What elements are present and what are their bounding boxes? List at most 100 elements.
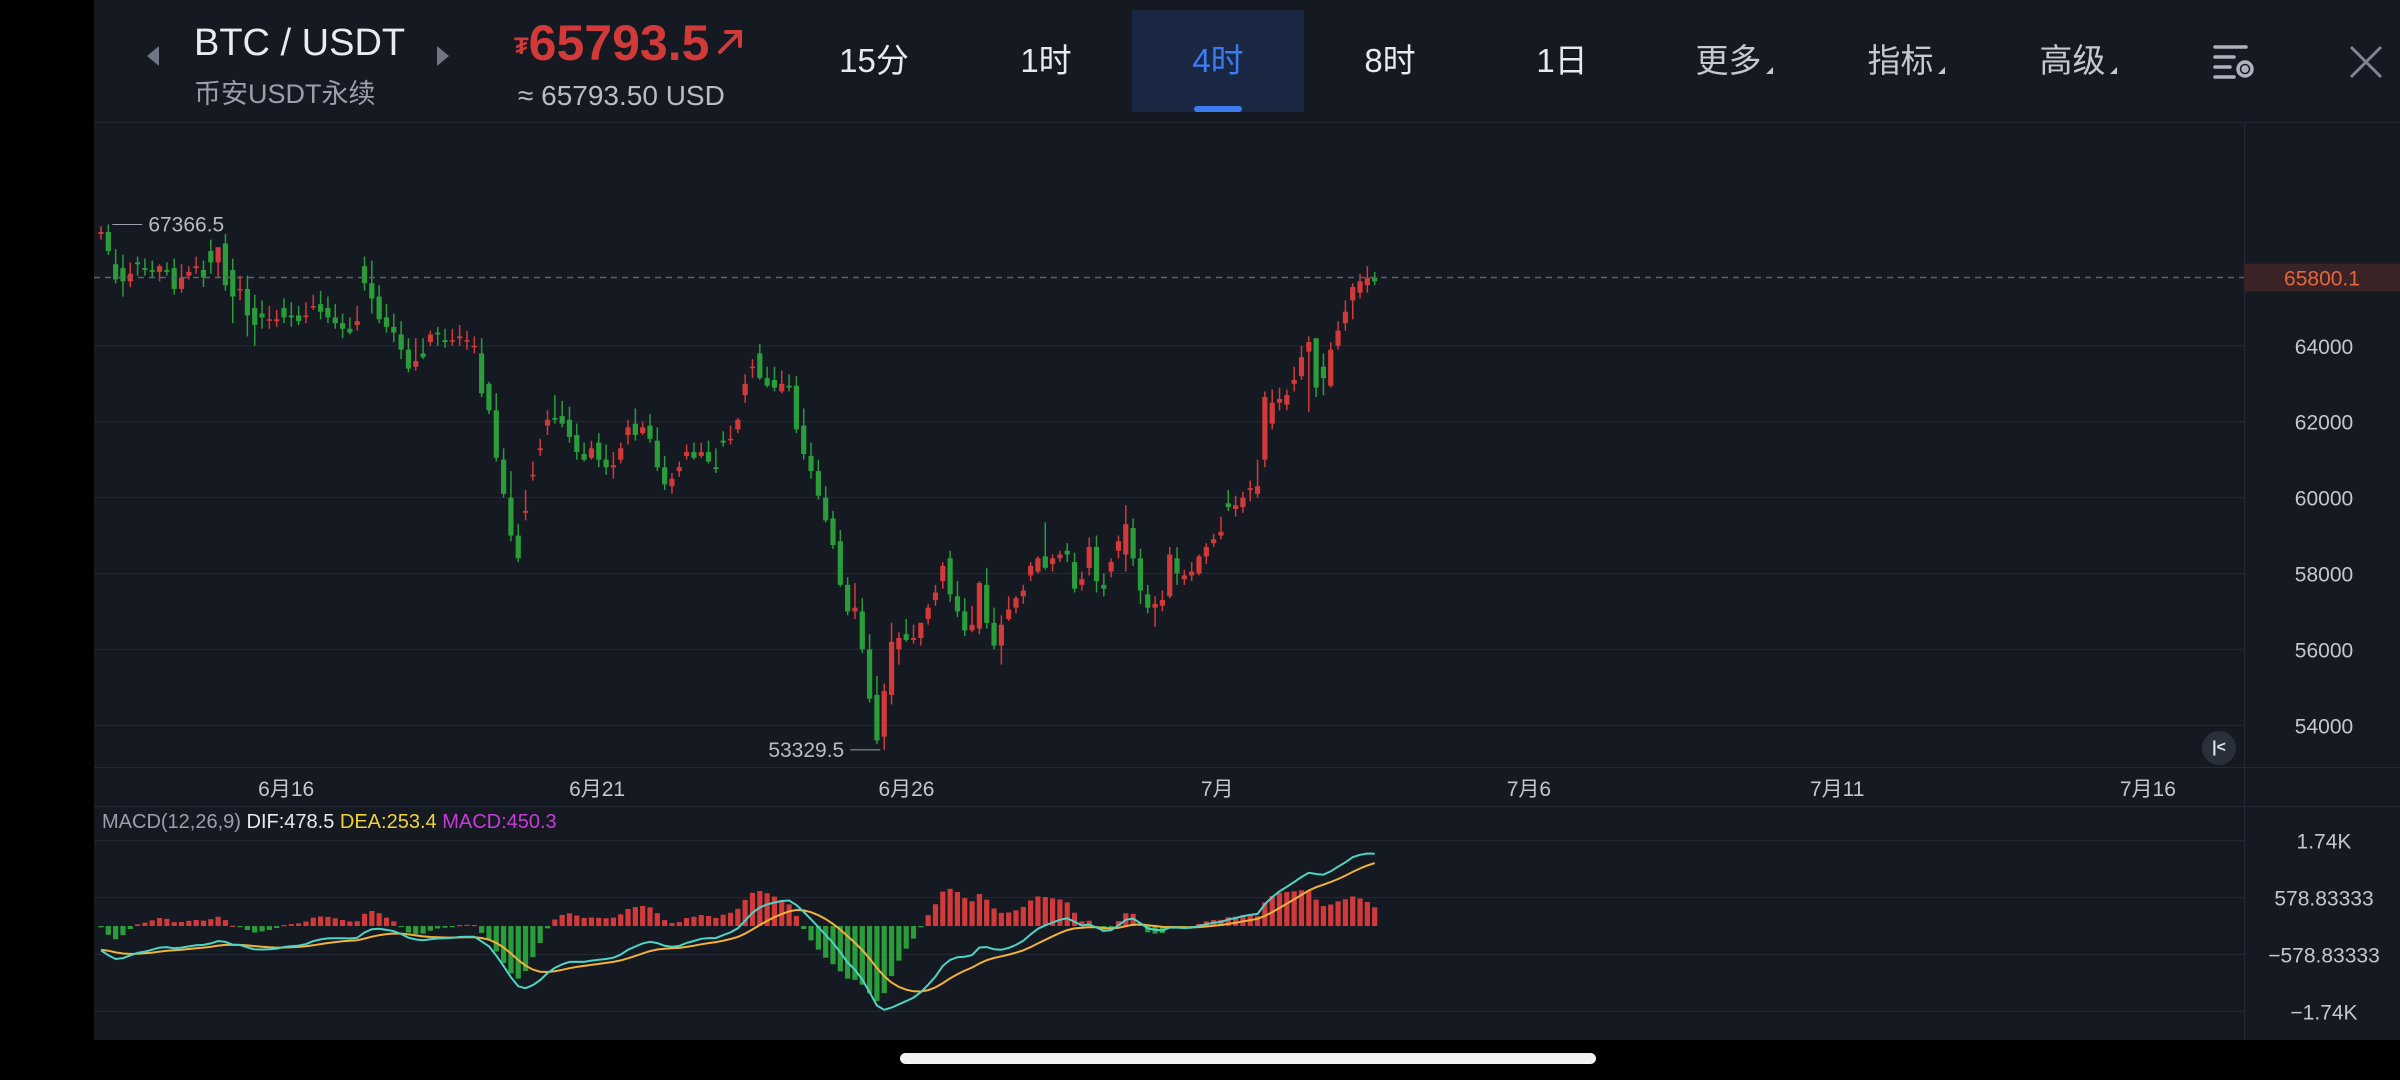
candle-111 <box>910 624 917 644</box>
candle-149 <box>1189 562 1195 582</box>
candle-body-29 <box>310 306 316 308</box>
jump-to-latest-icon[interactable]: |< <box>2202 731 2236 765</box>
candle-body-52 <box>479 353 485 394</box>
last-price: ₮65793.5 <box>514 14 745 72</box>
candle-body-49 <box>457 336 463 339</box>
candle-body-50 <box>464 340 470 342</box>
macd-bar-28 <box>303 921 309 926</box>
candle-92 <box>771 366 778 392</box>
candle-body-43 <box>413 361 419 367</box>
macd-bar-16 <box>215 916 221 926</box>
chart-settings-icon[interactable] <box>2212 42 2258 87</box>
candle-101 <box>837 529 843 587</box>
home-indicator[interactable] <box>900 1053 1596 1064</box>
candle-62 <box>552 395 558 424</box>
macd-bar-48 <box>449 926 455 928</box>
candle-body-114 <box>932 592 939 601</box>
candle-body-138 <box>1108 562 1114 572</box>
candle-30 <box>318 290 324 320</box>
candle-78 <box>669 472 675 494</box>
macd-bar-29 <box>310 917 316 926</box>
candle-40 <box>391 313 397 343</box>
chevron-right-icon[interactable] <box>426 40 460 80</box>
macd-bar-34 <box>347 921 353 926</box>
candle-55 <box>501 448 507 498</box>
candle-body-152 <box>1211 539 1217 544</box>
macd-bar-80 <box>684 918 690 926</box>
macd-bar-123 <box>998 912 1004 926</box>
y-tick-label-5: 64000 <box>2295 336 2353 359</box>
high-marker-label: 67366.5 <box>148 213 224 236</box>
tab-1d[interactable]: 1日 <box>1476 10 1648 112</box>
menu-advanced[interactable]: 高级 <box>1992 10 2164 112</box>
candlestick-chart[interactable]: 54000 56000 58000 60000 62000 64000 6月16 6月21 6月… <box>94 122 2400 806</box>
tab-15m[interactable]: 15分 <box>788 10 960 112</box>
macd-bar-38 <box>376 913 382 926</box>
x-tick-label-1: 6月21 <box>569 778 625 801</box>
candle-19 <box>237 275 243 301</box>
macd-bar-10 <box>171 922 177 926</box>
candle-50 <box>464 330 470 350</box>
candle-body-67 <box>588 448 595 458</box>
candle-94 <box>786 374 792 392</box>
macd-bar-69 <box>603 918 609 926</box>
candle-body-18 <box>230 269 236 297</box>
candle-54 <box>493 393 499 462</box>
candle-4 <box>127 262 133 288</box>
macd-bar-51 <box>471 925 477 927</box>
candle-147 <box>1174 546 1180 585</box>
candle-23 <box>266 306 272 329</box>
candle-26 <box>288 302 294 327</box>
candle-166 <box>1313 338 1319 398</box>
chevron-left-icon[interactable] <box>136 40 170 80</box>
candle-127 <box>1028 562 1034 582</box>
tab-4h[interactable]: 4时 <box>1132 10 1304 112</box>
tab-8h[interactable]: 8时 <box>1304 10 1476 112</box>
y-tick-label-1: 56000 <box>2295 639 2353 662</box>
candle-39 <box>383 304 390 333</box>
macd-bar-31 <box>325 916 331 926</box>
candle-46 <box>435 326 441 346</box>
candle-153 <box>1218 516 1224 540</box>
macd-bar-41 <box>398 926 404 928</box>
menu-more[interactable]: 更多 <box>1648 10 1820 112</box>
candle-body-156 <box>1240 497 1246 508</box>
macd-bar-1 <box>105 926 111 935</box>
tab-1h[interactable]: 1时 <box>960 10 1132 112</box>
macd-bar-97 <box>808 926 814 941</box>
candle-body-68 <box>596 442 602 460</box>
macd-bar-95 <box>793 915 799 926</box>
macd-bar-167 <box>1320 906 1327 926</box>
close-icon[interactable] <box>2348 44 2384 85</box>
candle-body-11 <box>178 277 185 289</box>
candle-133 <box>1071 552 1078 593</box>
candle-body-1 <box>105 232 111 251</box>
candle-24 <box>274 309 280 327</box>
candle-156 <box>1240 491 1246 513</box>
candle-body-26 <box>288 315 294 318</box>
x-tick-label-6: 7月16 <box>2120 778 2176 801</box>
candle-14 <box>200 260 207 288</box>
candle-18 <box>230 258 236 324</box>
candle-body-62 <box>552 417 558 420</box>
candle-body-120 <box>976 582 982 629</box>
trading-pair[interactable]: BTC / USDT <box>194 22 405 65</box>
candle-body-19 <box>237 288 243 291</box>
candle-body-137 <box>1101 584 1107 589</box>
menu-indicators[interactable]: 指标 <box>1820 10 1992 112</box>
candle-51 <box>471 336 477 354</box>
candle-body-170 <box>1342 311 1348 324</box>
candle-84 <box>713 448 719 473</box>
candle-74 <box>640 421 646 436</box>
candle-body-48 <box>449 340 455 342</box>
macd-bar-124 <box>1006 912 1012 926</box>
candle-body-12 <box>186 271 192 276</box>
macd-chart[interactable]: 1.74K 578.83333 −578.83333 −1.74K <box>94 806 2400 1040</box>
x-tick-label-4: 7月6 <box>1507 778 1551 801</box>
candle-body-154 <box>1225 503 1231 508</box>
candle-body-20 <box>244 288 250 316</box>
candle-body-172 <box>1357 281 1363 293</box>
candle-body-93 <box>779 383 785 392</box>
candle-33 <box>339 313 346 339</box>
macd-bar-77 <box>662 920 668 926</box>
